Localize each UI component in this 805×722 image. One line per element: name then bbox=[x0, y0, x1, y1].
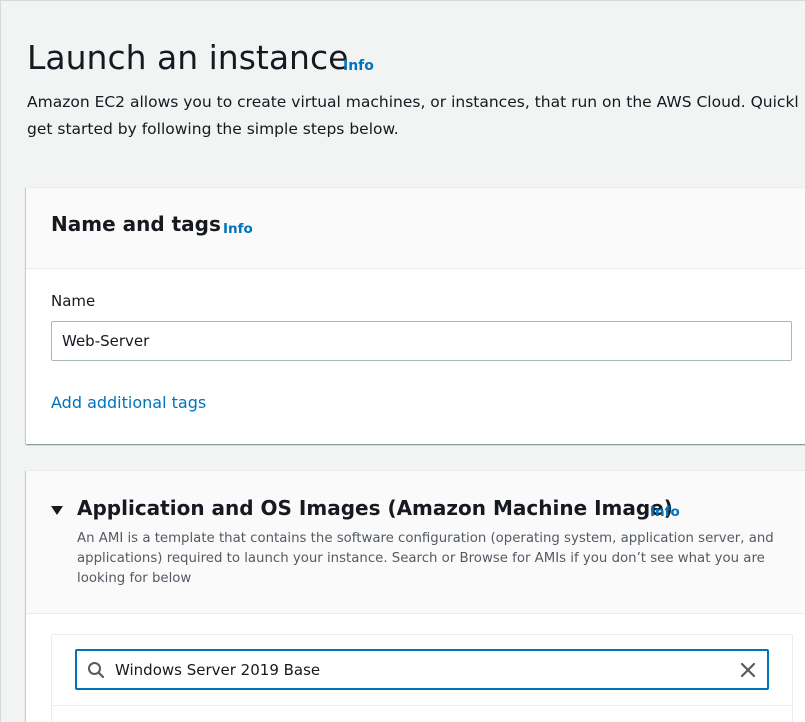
close-icon[interactable] bbox=[739, 661, 757, 679]
ami-title[interactable]: Application and OS Images (Amazon Machin… bbox=[77, 496, 673, 520]
page-description-line: Amazon EC2 allows you to create virtual … bbox=[27, 93, 799, 111]
ami-description-line: An AMI is a template that contains the s… bbox=[77, 531, 774, 546]
ami-panel: Application and OS Images (Amazon Machin… bbox=[26, 470, 805, 722]
ami-search-panel bbox=[51, 634, 793, 722]
ami-description-line: looking for below bbox=[77, 571, 192, 586]
ami-description-line: applications) required to launch your in… bbox=[77, 551, 765, 566]
search-icon bbox=[88, 662, 105, 679]
page-description-line: get started by following the simple step… bbox=[27, 120, 399, 138]
name-and-tags-header: Name and tags Info bbox=[26, 188, 805, 269]
ami-header: Application and OS Images (Amazon Machin… bbox=[26, 471, 805, 614]
page-info-link[interactable]: Info bbox=[343, 58, 374, 74]
name-and-tags-title: Name and tags bbox=[51, 212, 221, 236]
name-field-label: Name bbox=[51, 292, 96, 310]
ami-info-link[interactable]: Info bbox=[650, 504, 680, 520]
name-and-tags-panel: Name and tags Info Name Add additional t… bbox=[26, 187, 805, 444]
search-results-divider bbox=[52, 705, 792, 706]
name-input[interactable] bbox=[51, 321, 792, 361]
page-description: Amazon EC2 allows you to create virtual … bbox=[27, 89, 805, 143]
ami-description: An AMI is a template that contains the s… bbox=[77, 529, 797, 589]
caret-down-icon[interactable] bbox=[51, 506, 63, 515]
add-additional-tags-link[interactable]: Add additional tags bbox=[51, 393, 206, 412]
name-and-tags-info-link[interactable]: Info bbox=[223, 221, 253, 237]
ami-search-input[interactable] bbox=[115, 655, 715, 685]
ami-search-box[interactable] bbox=[75, 649, 769, 690]
page-title: Launch an instance bbox=[27, 38, 349, 77]
